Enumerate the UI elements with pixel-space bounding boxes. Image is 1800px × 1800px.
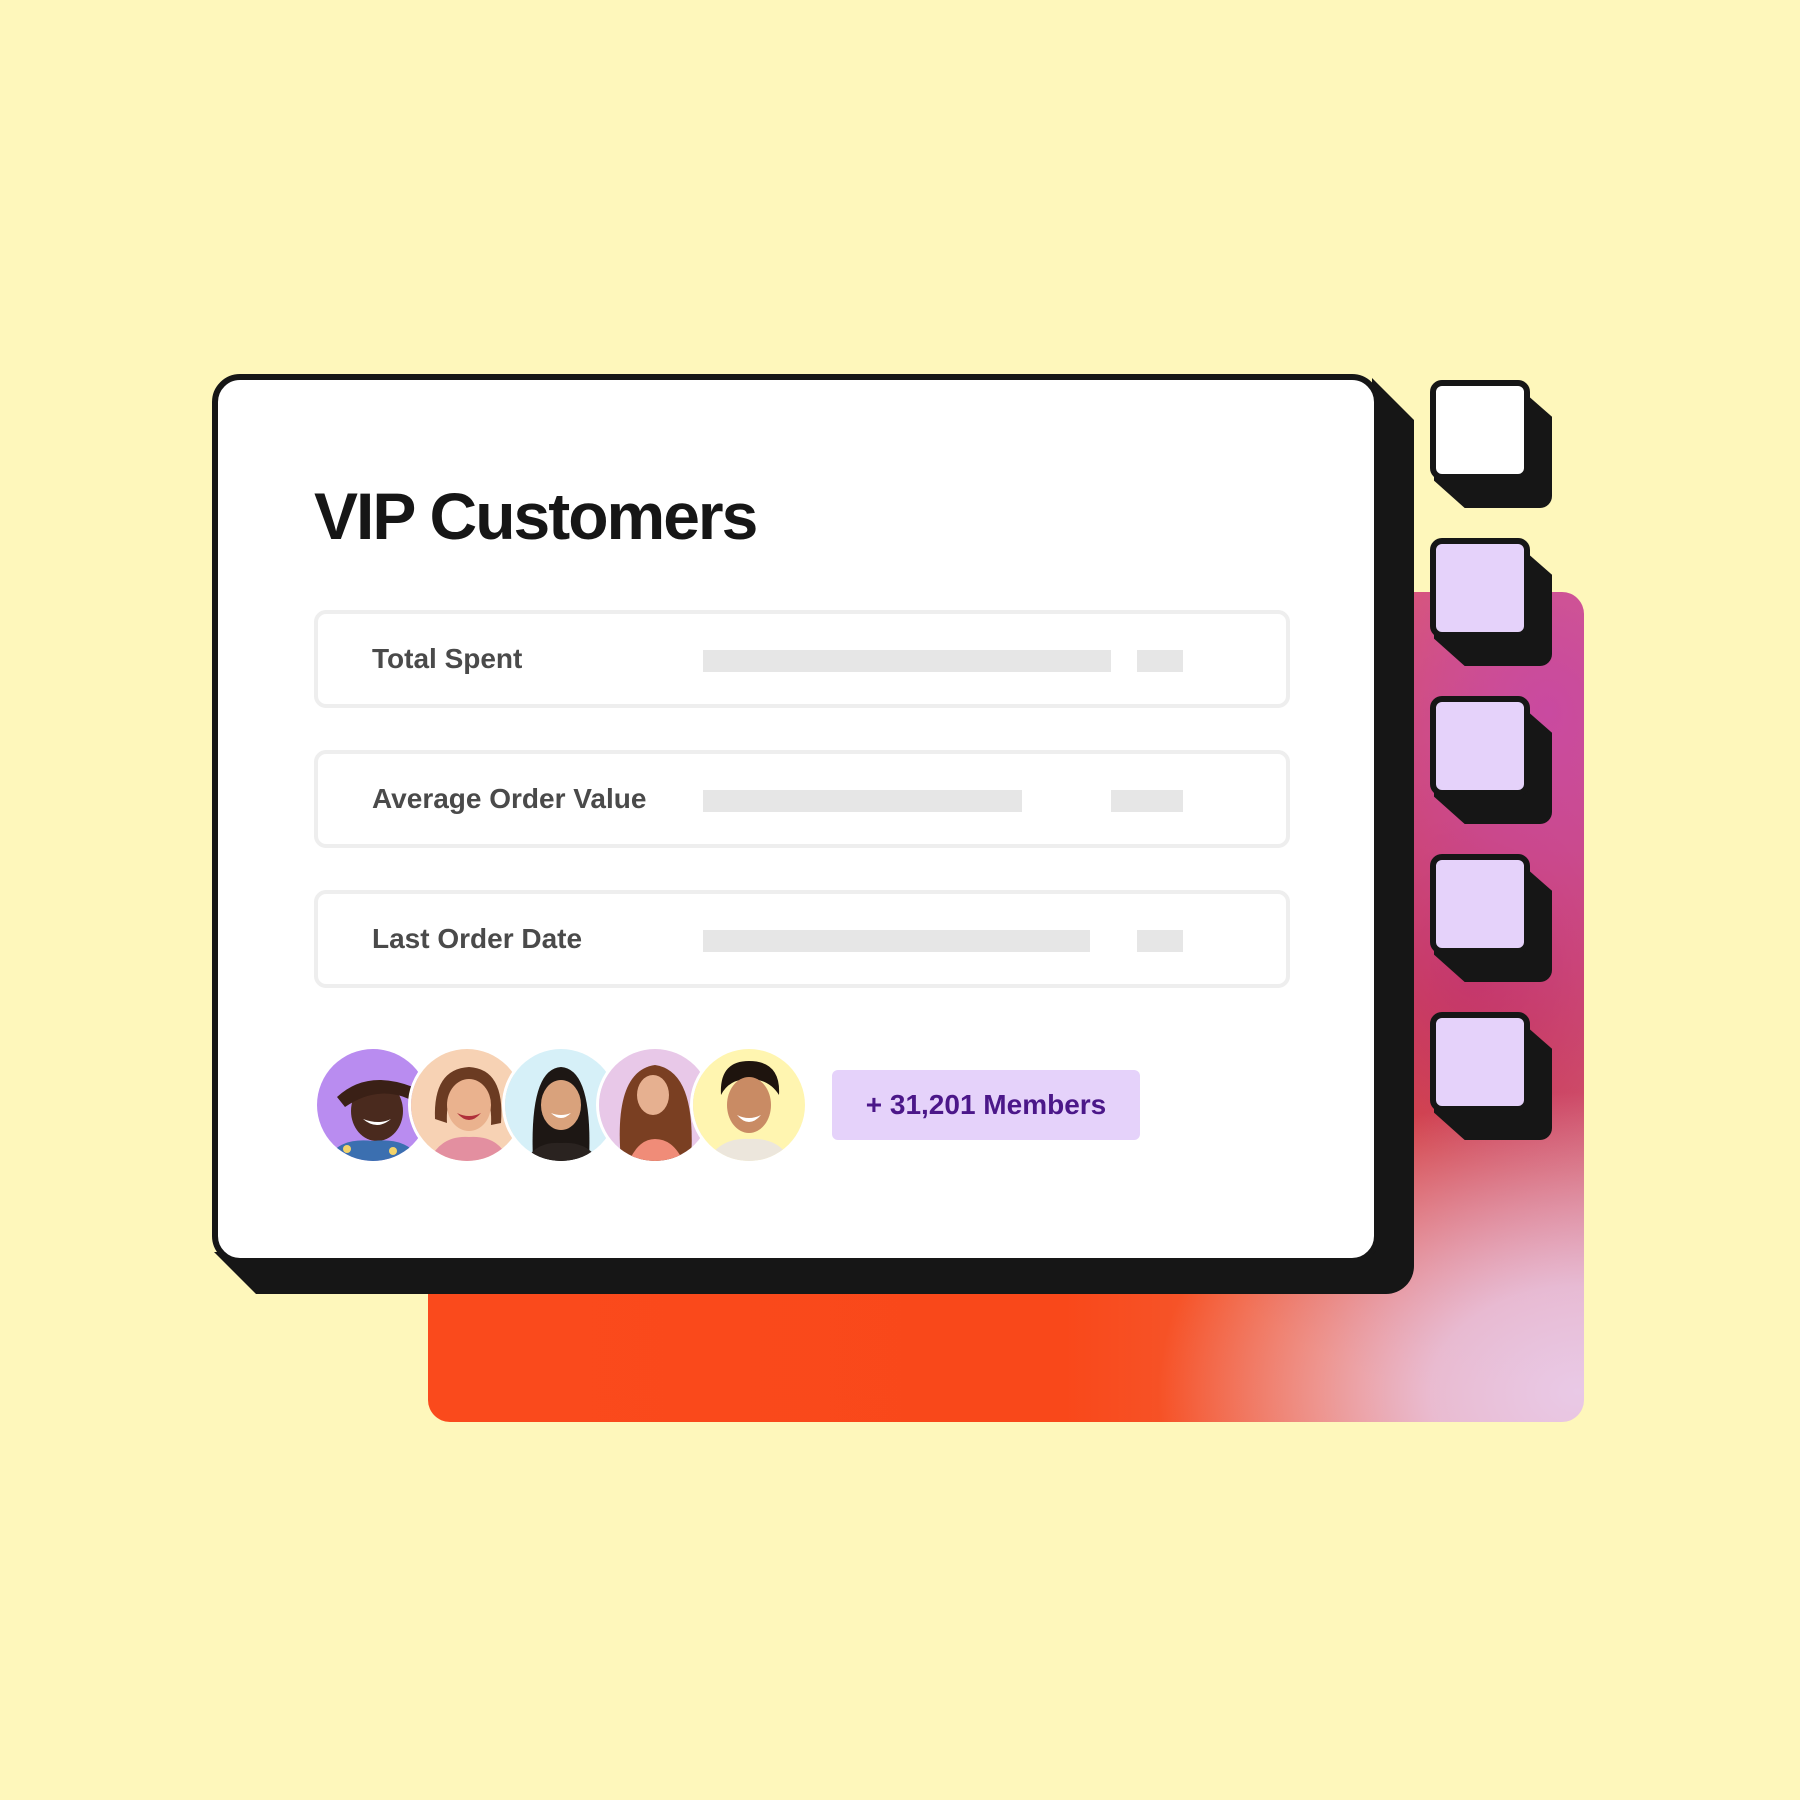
filter-label: Last Order Date [372, 923, 583, 954]
avatar [690, 1046, 808, 1164]
placeholder-bar [1137, 930, 1183, 952]
vip-customers-card: VIP Customers Total Spent Average Order … [212, 374, 1380, 1264]
members-count-badge[interactable]: + 31,201 Members [832, 1070, 1140, 1140]
side-square[interactable] [1430, 538, 1556, 668]
placeholder-bar [703, 930, 1090, 952]
filter-row-total-spent[interactable]: Total Spent [314, 610, 1290, 708]
side-square-face [1430, 1012, 1530, 1112]
side-square[interactable] [1430, 854, 1556, 984]
filter-row-last-order-date[interactable]: Last Order Date [314, 890, 1290, 988]
side-square-face [1430, 854, 1530, 954]
filter-label: Total Spent [372, 643, 523, 674]
placeholder-bar [703, 790, 1022, 812]
side-square-face [1430, 538, 1530, 638]
side-square-face [1430, 380, 1530, 480]
side-square[interactable] [1430, 380, 1556, 510]
member-avatars [314, 1046, 834, 1166]
card-title: VIP Customers [314, 479, 758, 553]
placeholder-bar [703, 650, 1111, 672]
placeholder-bar [1111, 790, 1183, 812]
filter-row-average-order-value[interactable]: Average Order Value [314, 750, 1290, 848]
side-square-face [1430, 696, 1530, 796]
placeholder-bar [1137, 650, 1183, 672]
side-square[interactable] [1430, 696, 1556, 826]
side-square[interactable] [1430, 1012, 1556, 1142]
filter-label: Average Order Value [372, 783, 647, 814]
